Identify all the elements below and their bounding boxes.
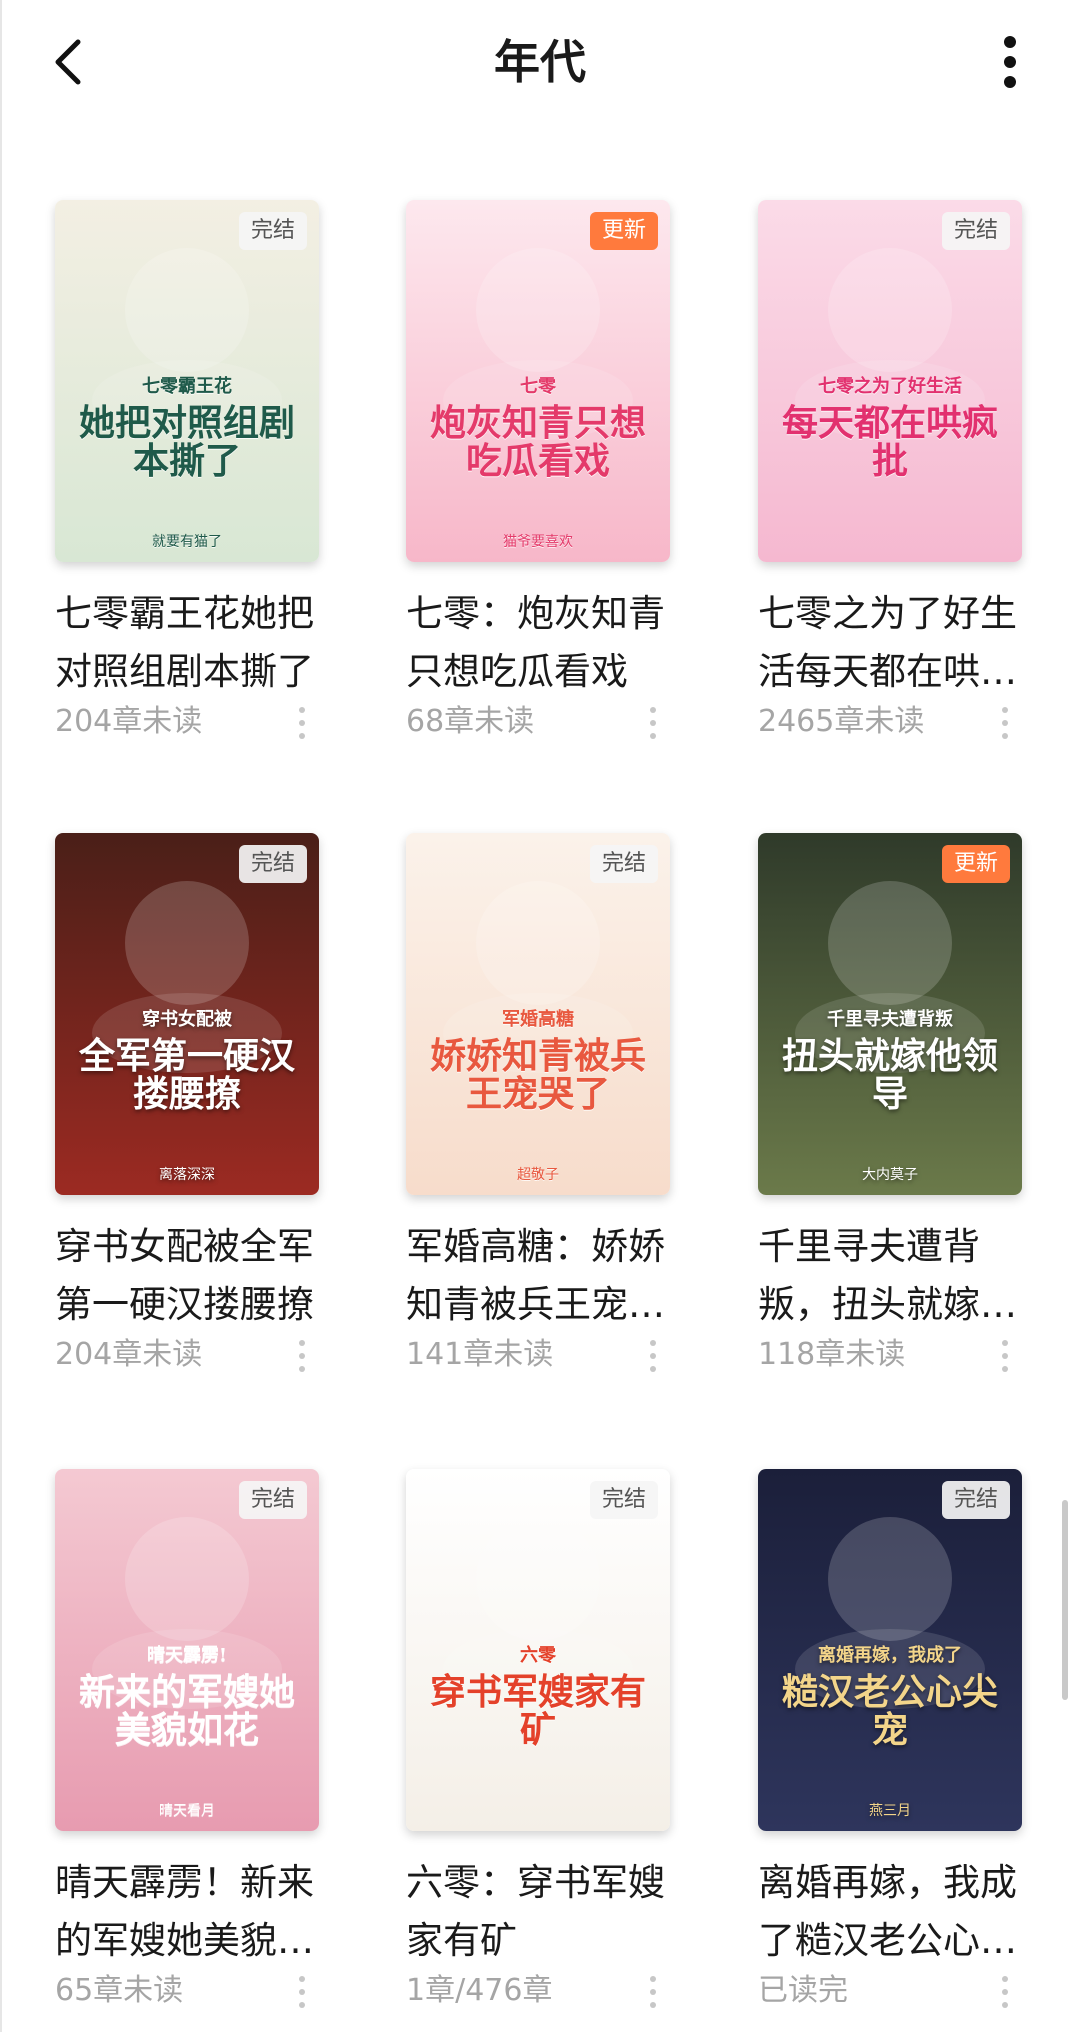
reading-status: 204章未读 — [55, 704, 203, 739]
reading-status: 204章未读 — [55, 1337, 203, 1372]
status-badge: 更新 — [589, 212, 658, 250]
card-more-button[interactable] — [648, 705, 658, 741]
cover-subtitle: 晴天霹雳! — [147, 1645, 227, 1666]
book-cover[interactable]: 军婚高糖 娇娇知青被兵王宠哭了 超敬子 完结 — [406, 833, 670, 1195]
card-more-button[interactable] — [648, 1974, 658, 2010]
cover-title: 扭头就嫁他领导 — [781, 1035, 998, 1115]
cover-subtitle: 离婚再嫁，我成了 — [818, 1645, 962, 1666]
reading-status: 1章/476章 — [406, 1973, 553, 2008]
cover-title: 全军第一硬汉搂腰撩 — [78, 1035, 295, 1115]
more-vertical-icon — [1002, 707, 1008, 739]
book-title[interactable]: 晴天霹雳！新来的军嫂她美貌如花 — [55, 1854, 315, 1970]
cover-title: 她把对照组剧本撕了 — [78, 402, 295, 482]
cover-author: 大内莫子 — [862, 1167, 918, 1183]
more-vertical-icon — [299, 1976, 305, 2008]
cover-subtitle: 七零 — [520, 376, 556, 397]
reading-status: 141章未读 — [406, 1337, 554, 1372]
reading-status: 68章未读 — [406, 704, 535, 739]
cover-author: 就要有猫了 — [152, 534, 222, 550]
scrollbar[interactable] — [1062, 1500, 1068, 1700]
cover-author: 超敬子 — [517, 1167, 559, 1183]
cover-subtitle: 军婚高糖 — [502, 1009, 574, 1030]
cover-title: 每天都在哄疯批 — [781, 402, 998, 482]
card-more-button[interactable] — [297, 1974, 307, 2010]
book-cover[interactable]: 七零之为了好生活 每天都在哄疯批 完结 — [758, 200, 1022, 562]
book-cover[interactable]: 穿书女配被 全军第一硬汉搂腰撩 离落深深 完结 — [55, 833, 319, 1195]
card-more-button[interactable] — [297, 1338, 307, 1374]
reading-status: 118章未读 — [758, 1337, 906, 1372]
more-vertical-icon — [299, 1340, 305, 1372]
reading-status: 已读完 — [758, 1973, 848, 2008]
cover-subtitle: 七零之为了好生活 — [818, 376, 962, 397]
book-title[interactable]: 七零霸王花她把对照组剧本撕了 — [55, 585, 315, 701]
status-badge: 更新 — [941, 845, 1010, 883]
card-more-button[interactable] — [1000, 1338, 1010, 1374]
cover-title: 新来的军嫂她美貌如花 — [78, 1671, 295, 1751]
status-badge: 完结 — [941, 212, 1010, 250]
cover-title: 炮灰知青只想吃瓜看戏 — [429, 402, 646, 482]
book-cover[interactable]: 千里寻夫遭背叛 扭头就嫁他领导 大内莫子 更新 — [758, 833, 1022, 1195]
cover-subtitle: 千里寻夫遭背叛 — [827, 1009, 953, 1030]
book-title[interactable]: 千里寻夫遭背叛，扭头就嫁他领导 — [758, 1218, 1018, 1334]
reading-status: 2465章未读 — [758, 704, 925, 739]
cover-author: 离落深深 — [159, 1167, 215, 1183]
book-title[interactable]: 离婚再嫁，我成了糙汉老公心尖宠 — [758, 1854, 1018, 1970]
more-vertical-icon — [650, 707, 656, 739]
status-badge: 完结 — [238, 1481, 307, 1519]
status-badge: 完结 — [238, 212, 307, 250]
card-more-button[interactable] — [297, 705, 307, 741]
status-badge: 完结 — [589, 1481, 658, 1519]
book-cover[interactable]: 六零 穿书军嫂家有矿 完结 — [406, 1469, 670, 1831]
book-cover[interactable]: 七零霸王花 她把对照组剧本撕了 就要有猫了 完结 — [55, 200, 319, 562]
more-vertical-icon — [1002, 1340, 1008, 1372]
more-vertical-icon — [299, 707, 305, 739]
cover-title: 穿书军嫂家有矿 — [429, 1671, 646, 1751]
book-title[interactable]: 七零之为了好生活每天都在哄疯批 — [758, 585, 1018, 701]
book-cover[interactable]: 晴天霹雳! 新来的军嫂她美貌如花 晴天看月 完结 — [55, 1469, 319, 1831]
cover-subtitle: 七零霸王花 — [142, 376, 232, 397]
more-vertical-icon — [650, 1340, 656, 1372]
book-grid: 七零霸王花 她把对照组剧本撕了 就要有猫了 完结 七零霸王花她把对照组剧本撕了 … — [0, 0, 1080, 2032]
cover-author: 晴天看月 — [159, 1803, 215, 1819]
cover-subtitle: 六零 — [520, 1645, 556, 1666]
card-more-button[interactable] — [1000, 1974, 1010, 2010]
status-badge: 完结 — [238, 845, 307, 883]
more-vertical-icon — [1002, 1976, 1008, 2008]
book-title[interactable]: 七零：炮灰知青只想吃瓜看戏 — [406, 585, 666, 701]
cover-title: 娇娇知青被兵王宠哭了 — [429, 1035, 646, 1115]
status-badge: 完结 — [941, 1481, 1010, 1519]
cover-subtitle: 穿书女配被 — [142, 1009, 232, 1030]
book-cover[interactable]: 七零 炮灰知青只想吃瓜看戏 猫爷要喜欢 更新 — [406, 200, 670, 562]
book-title[interactable]: 六零：穿书军嫂家有矿 — [406, 1854, 666, 1970]
reading-status: 65章未读 — [55, 1973, 184, 2008]
cover-author: 猫爷要喜欢 — [503, 534, 573, 550]
more-vertical-icon — [650, 1976, 656, 2008]
book-cover[interactable]: 离婚再嫁，我成了 糙汉老公心尖宠 燕三月 完结 — [758, 1469, 1022, 1831]
status-badge: 完结 — [589, 845, 658, 883]
card-more-button[interactable] — [648, 1338, 658, 1374]
card-more-button[interactable] — [1000, 705, 1010, 741]
cover-title: 糙汉老公心尖宠 — [781, 1671, 998, 1751]
book-title[interactable]: 军婚高糖：娇娇知青被兵王宠哭了 — [406, 1218, 666, 1334]
cover-author: 燕三月 — [869, 1803, 911, 1819]
book-title[interactable]: 穿书女配被全军第一硬汉搂腰撩 — [55, 1218, 315, 1334]
